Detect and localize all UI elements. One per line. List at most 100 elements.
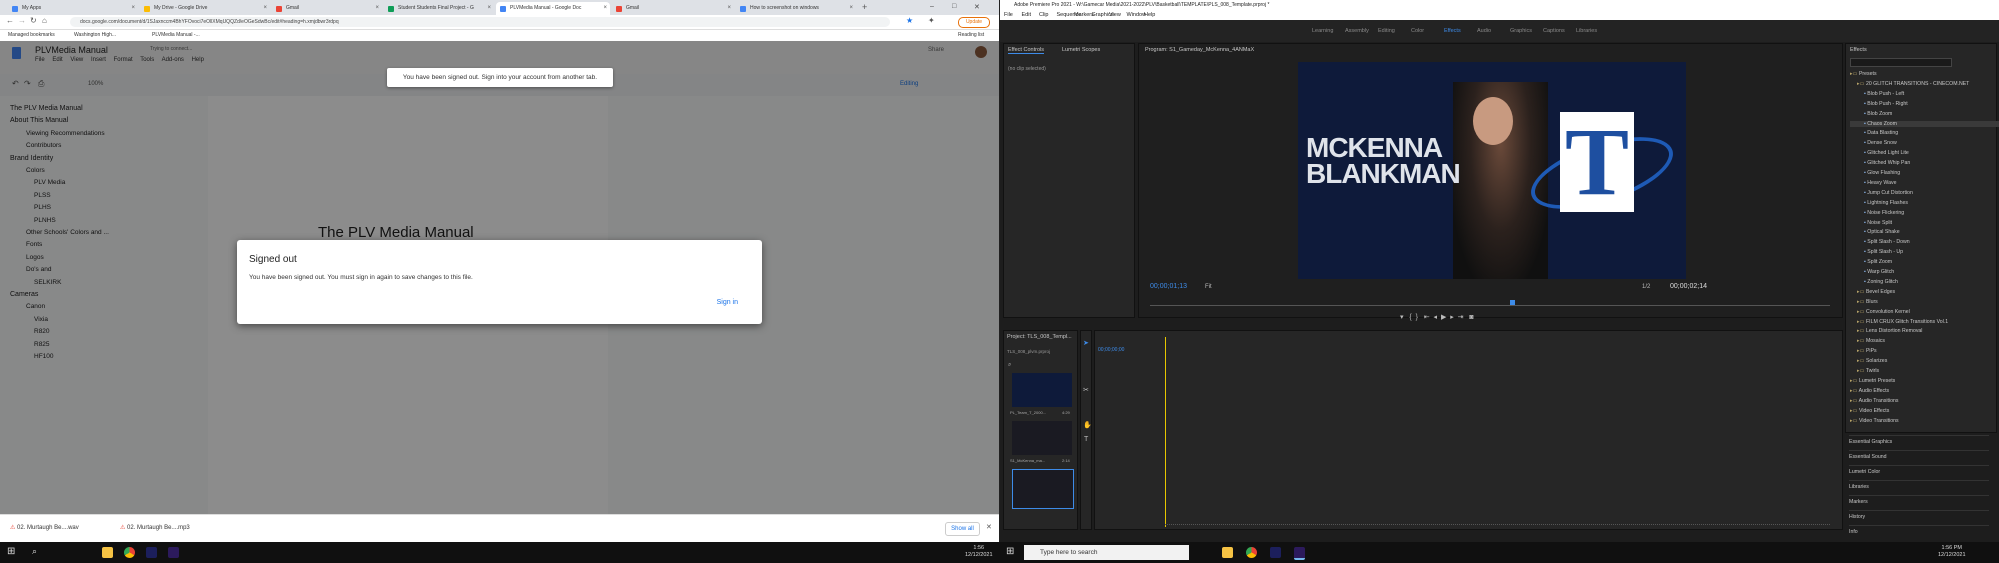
project-thumb-1[interactable] bbox=[1012, 421, 1072, 455]
clock-right[interactable]: 1:56 PM 12/12/2021 bbox=[1938, 545, 1966, 559]
browser-tab-my-apps[interactable]: My Apps × bbox=[8, 2, 138, 15]
effects-item-convolution-kernel[interactable]: ▸▭ Convolution Kernel bbox=[1850, 309, 1910, 315]
windows-start-icon-right[interactable]: ⊞ bbox=[1006, 546, 1014, 557]
home-icon[interactable]: ⌂ bbox=[42, 16, 47, 25]
panel-libraries[interactable]: Libraries bbox=[1849, 480, 1989, 490]
search-icon-left[interactable]: ⌕ bbox=[32, 546, 37, 557]
bookmark-2[interactable]: PLVMedia Manual -... bbox=[152, 30, 200, 41]
panel-essential-graphics[interactable]: Essential Graphics bbox=[1849, 435, 1989, 445]
reading-list[interactable]: Reading list bbox=[958, 30, 984, 41]
program-frame[interactable]: MCKENNA BLANKMAN T bbox=[1298, 62, 1686, 279]
extensions-icon[interactable]: ✦ bbox=[928, 16, 935, 25]
forward-icon[interactable]: → bbox=[18, 16, 26, 25]
media-encoder-icon[interactable] bbox=[146, 547, 157, 558]
monitor-playhead[interactable] bbox=[1510, 300, 1515, 305]
tab-close-icon[interactable]: × bbox=[849, 2, 853, 15]
project-thumb-2[interactable] bbox=[1012, 469, 1074, 509]
effects-item-20-glitch-transitions-cinecom-net[interactable]: ▸▭ 20 GLITCH TRANSITIONS - CINECOM.NET bbox=[1850, 81, 1969, 87]
reload-icon[interactable]: ↻ bbox=[30, 16, 37, 25]
effects-item-split-slash-up[interactable]: ▪ Split Slash - Up bbox=[1850, 249, 1903, 255]
playhead-timecode[interactable]: 00;00;01;13 bbox=[1150, 283, 1187, 290]
show-all-button[interactable]: Show all bbox=[945, 522, 980, 536]
effects-item-video-effects[interactable]: ▸▭ Video Effects bbox=[1850, 408, 1889, 414]
bookmark-1[interactable]: Washington High... bbox=[74, 30, 116, 41]
panel-markers[interactable]: Markers bbox=[1849, 495, 1989, 505]
minimize-icon[interactable]: – bbox=[930, 3, 934, 10]
workspace-graphics[interactable]: Graphics bbox=[1510, 20, 1532, 42]
media-encoder-icon-right[interactable] bbox=[1270, 547, 1281, 558]
download-item-0[interactable]: ⚠ 02. Murtaugh Be....wav bbox=[10, 524, 79, 531]
tab-close-icon[interactable]: × bbox=[375, 2, 379, 15]
file-explorer-icon-right[interactable] bbox=[1222, 547, 1233, 558]
effects-item-mosaics[interactable]: ▸▭ Mosaics bbox=[1850, 338, 1885, 344]
effects-item-glitched-light-lite[interactable]: ▪ Glitched Light Lite bbox=[1850, 150, 1909, 156]
panel-history[interactable]: History bbox=[1849, 510, 1989, 520]
step-forward-icon[interactable]: ▸ bbox=[1450, 314, 1454, 321]
fit-select[interactable]: Fit bbox=[1205, 284, 1212, 290]
effects-item-audio-effects[interactable]: ▸▭ Audio Effects bbox=[1850, 388, 1889, 394]
panel-lumetri-color[interactable]: Lumetri Color bbox=[1849, 465, 1989, 475]
effects-item-warp-glitch[interactable]: ▪ Warp Glitch bbox=[1850, 269, 1894, 275]
go-to-out-icon[interactable]: ⇥ bbox=[1458, 314, 1464, 321]
effects-item-solarizes[interactable]: ▸▭ Solarizes bbox=[1850, 358, 1887, 364]
browser-tab-my-drive-google-drive[interactable]: My Drive - Google Drive × bbox=[140, 2, 270, 15]
menu-view[interactable]: View bbox=[1109, 10, 1121, 20]
effects-item-glitched-whip-pan[interactable]: ▪ Glitched Whip Pan bbox=[1850, 160, 1910, 166]
star-icon[interactable]: ★ bbox=[906, 16, 913, 25]
tab-lumetri-scopes[interactable]: Lumetri Scopes bbox=[1062, 47, 1100, 53]
effects-item-data-blasting[interactable]: ▪ Data Blasting bbox=[1850, 130, 1898, 136]
tab-project[interactable]: Project: TLS_008_Templ... bbox=[1007, 334, 1072, 340]
effects-item-lens-distortion-removal[interactable]: ▸▭ Lens Distortion Removal bbox=[1850, 328, 1922, 334]
tab-effect-controls[interactable]: Effect Controls bbox=[1008, 47, 1044, 54]
effects-item-zoning-glitch[interactable]: ▪ Zoning Glitch bbox=[1850, 279, 1898, 285]
effects-item-blurs[interactable]: ▸▭ Blurs bbox=[1850, 299, 1878, 305]
new-tab-icon[interactable]: + bbox=[862, 2, 867, 12]
effects-item-blob-push-right[interactable]: ▪ Blob Push - Right bbox=[1850, 101, 1908, 107]
tab-close-icon[interactable]: × bbox=[727, 2, 731, 15]
workspace-captions[interactable]: Captions bbox=[1543, 20, 1565, 42]
sign-in-button[interactable]: Sign in bbox=[717, 299, 738, 306]
close-downloads-icon[interactable]: ✕ bbox=[986, 523, 992, 531]
chrome-icon[interactable] bbox=[124, 547, 135, 558]
workspace-effects[interactable]: Effects bbox=[1444, 20, 1461, 42]
effects-item-glow-flashing[interactable]: ▪ Glow Flashing bbox=[1850, 170, 1900, 176]
timeline-timecode[interactable]: 00;00;00;00 bbox=[1098, 347, 1124, 353]
effects-search[interactable] bbox=[1850, 58, 1952, 67]
effects-item-bevel-edges[interactable]: ▸▭ Bevel Edges bbox=[1850, 289, 1895, 295]
effects-item-twirls[interactable]: ▸▭ Twirls bbox=[1850, 368, 1879, 374]
effects-item-split-zoom[interactable]: ▪ Split Zoom bbox=[1850, 259, 1892, 265]
hand-tool-icon[interactable]: ✋ bbox=[1083, 421, 1092, 429]
project-thumb-0[interactable] bbox=[1012, 373, 1072, 407]
selection-tool-icon[interactable]: ➤ bbox=[1083, 339, 1089, 347]
maximize-icon[interactable]: □ bbox=[952, 3, 956, 10]
effects-item-optical-shake[interactable]: ▪ Optical Shake bbox=[1850, 229, 1900, 235]
effects-item-blob-zoom[interactable]: ▪ Blob Zoom bbox=[1850, 111, 1892, 117]
effects-item-heavy-wave[interactable]: ▪ Heavy Wave bbox=[1850, 180, 1897, 186]
effects-item-pips[interactable]: ▸▭ PiPs bbox=[1850, 348, 1877, 354]
clock-left[interactable]: 1:56 12/12/2021 bbox=[965, 545, 993, 559]
effects-item-lightning-flashes[interactable]: ▪ Lightning Flashes bbox=[1850, 200, 1908, 206]
effects-item-chaos-zoom[interactable]: ▪ Chaos Zoom bbox=[1850, 120, 1999, 127]
tab-close-icon[interactable]: × bbox=[487, 2, 491, 15]
close-window-icon[interactable]: ✕ bbox=[974, 3, 980, 11]
taskbar-search-input[interactable]: Type here to search bbox=[1024, 545, 1189, 560]
camera-icon[interactable]: ◙ bbox=[1469, 314, 1473, 321]
step-back-icon[interactable]: ◂ bbox=[1434, 314, 1438, 321]
menu-help[interactable]: Help bbox=[1144, 10, 1155, 20]
url-field[interactable]: docs.google.com/document/d/1SJaxnccm4BhY… bbox=[70, 17, 890, 27]
in-point-icon[interactable]: { bbox=[1409, 314, 1411, 321]
out-point-icon[interactable]: } bbox=[1416, 314, 1418, 321]
effects-item-audio-transitions[interactable]: ▸▭ Audio Transitions bbox=[1850, 398, 1898, 404]
razor-tool-icon[interactable]: ✂ bbox=[1083, 386, 1089, 394]
effects-item-split-slash-down[interactable]: ▪ Split Slash - Down bbox=[1850, 239, 1910, 245]
chrome-icon-right[interactable] bbox=[1246, 547, 1257, 558]
browser-tab-plvmedia-manual-google-doc[interactable]: PLVMedia Manual - Google Doc × bbox=[496, 2, 610, 15]
back-icon[interactable]: ← bbox=[6, 16, 14, 25]
go-to-in-icon[interactable]: ⇤ bbox=[1424, 314, 1430, 321]
bookmark-0[interactable]: Managed bookmarks bbox=[8, 30, 55, 41]
browser-tab-how-to-screenshot-on-windows[interactable]: How to screenshot on windows × bbox=[736, 2, 856, 15]
workspace-assembly[interactable]: Assembly bbox=[1345, 20, 1369, 42]
marker-icon[interactable]: ▾ bbox=[1400, 314, 1404, 321]
program-label[interactable]: Program: S1_Gameday_McKenna_4ANMaX bbox=[1145, 47, 1254, 53]
monitor-scrubber[interactable] bbox=[1150, 305, 1830, 306]
